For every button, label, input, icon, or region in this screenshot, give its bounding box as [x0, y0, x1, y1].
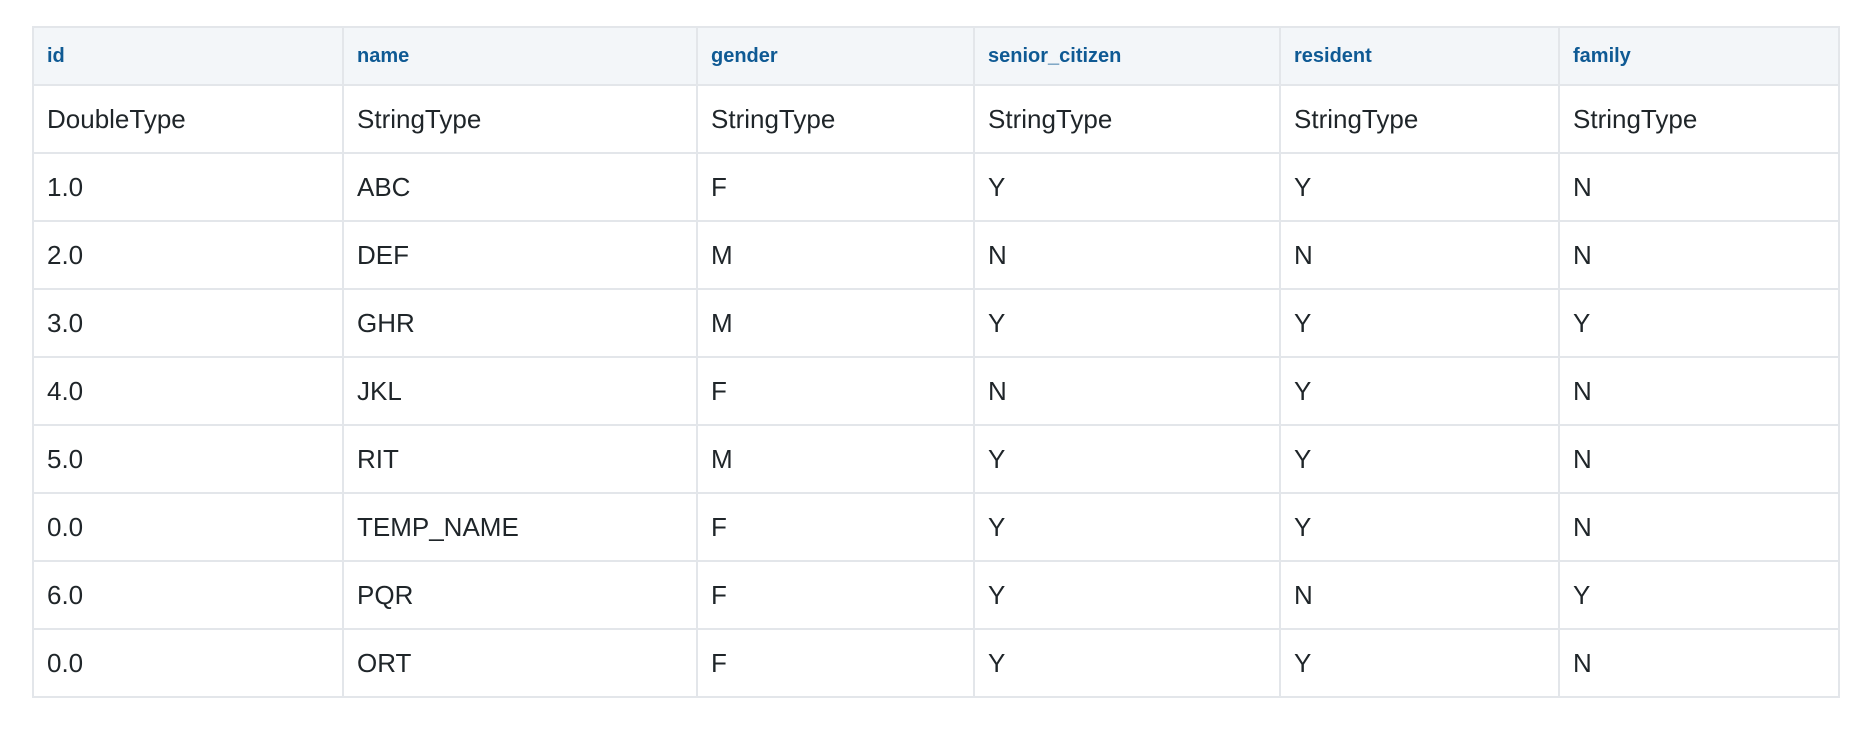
table-cell: N	[973, 220, 1281, 290]
table-cell: 3.0	[32, 288, 344, 358]
type-cell: StringType	[1558, 84, 1840, 154]
column-header-senior-citizen[interactable]: senior_citizen	[973, 26, 1281, 86]
table-cell: F	[696, 628, 975, 698]
type-cell: StringType	[1279, 84, 1560, 154]
schema-table-container: id name gender senior_citizen resident f…	[32, 26, 1840, 698]
table-cell: Y	[1279, 628, 1560, 698]
table-cell: Y	[1558, 288, 1840, 358]
table-cell: N	[1558, 492, 1840, 562]
table-cell: Y	[973, 152, 1281, 222]
table-cell: Y	[973, 560, 1281, 630]
table-cell: Y	[1279, 356, 1560, 426]
table-cell: RIT	[342, 424, 698, 494]
column-header-gender[interactable]: gender	[696, 26, 975, 86]
table-cell: N	[1558, 424, 1840, 494]
table-row: 0.0 TEMP_NAME F Y Y N	[32, 492, 1840, 562]
table-cell: Y	[973, 492, 1281, 562]
table-cell: 0.0	[32, 628, 344, 698]
table-cell: N	[1558, 628, 1840, 698]
table-row: 4.0 JKL F N Y N	[32, 356, 1840, 426]
table-cell: TEMP_NAME	[342, 492, 698, 562]
table-row: 1.0 ABC F Y Y N	[32, 152, 1840, 222]
table-cell: F	[696, 356, 975, 426]
table-cell: DEF	[342, 220, 698, 290]
table-cell: N	[1558, 356, 1840, 426]
table-cell: 2.0	[32, 220, 344, 290]
type-cell: DoubleType	[32, 84, 344, 154]
table-cell: N	[1279, 560, 1560, 630]
table-cell: ABC	[342, 152, 698, 222]
type-cell: StringType	[696, 84, 975, 154]
table-cell: M	[696, 220, 975, 290]
table-row: 0.0 ORT F Y Y N	[32, 628, 1840, 698]
header-row: id name gender senior_citizen resident f…	[32, 26, 1840, 86]
type-cell: StringType	[342, 84, 698, 154]
column-header-resident[interactable]: resident	[1279, 26, 1560, 86]
table-cell: Y	[1279, 492, 1560, 562]
schema-table: id name gender senior_citizen resident f…	[32, 26, 1840, 698]
table-cell: 5.0	[32, 424, 344, 494]
table-cell: N	[1558, 220, 1840, 290]
table-cell: Y	[973, 288, 1281, 358]
table-cell: N	[973, 356, 1281, 426]
table-cell: Y	[1279, 152, 1560, 222]
type-row: DoubleType StringType StringType StringT…	[32, 84, 1840, 154]
table-cell: 4.0	[32, 356, 344, 426]
table-cell: N	[1279, 220, 1560, 290]
table-cell: JKL	[342, 356, 698, 426]
table-cell: Y	[1558, 560, 1840, 630]
table-row: 2.0 DEF M N N N	[32, 220, 1840, 290]
table-row: 5.0 RIT M Y Y N	[32, 424, 1840, 494]
table-cell: 0.0	[32, 492, 344, 562]
table-cell: 1.0	[32, 152, 344, 222]
column-header-id[interactable]: id	[32, 26, 344, 86]
table-cell: N	[1558, 152, 1840, 222]
table-cell: Y	[1279, 288, 1560, 358]
table-cell: F	[696, 492, 975, 562]
table-row: 6.0 PQR F Y N Y	[32, 560, 1840, 630]
table-cell: F	[696, 560, 975, 630]
table-cell: PQR	[342, 560, 698, 630]
column-header-name[interactable]: name	[342, 26, 698, 86]
type-cell: StringType	[973, 84, 1281, 154]
table-cell: M	[696, 288, 975, 358]
table-row: 3.0 GHR M Y Y Y	[32, 288, 1840, 358]
table-cell: GHR	[342, 288, 698, 358]
table-cell: Y	[973, 628, 1281, 698]
table-cell: M	[696, 424, 975, 494]
column-header-family[interactable]: family	[1558, 26, 1840, 86]
table-cell: ORT	[342, 628, 698, 698]
table-cell: Y	[973, 424, 1281, 494]
table-cell: Y	[1279, 424, 1560, 494]
table-cell: F	[696, 152, 975, 222]
table-cell: 6.0	[32, 560, 344, 630]
